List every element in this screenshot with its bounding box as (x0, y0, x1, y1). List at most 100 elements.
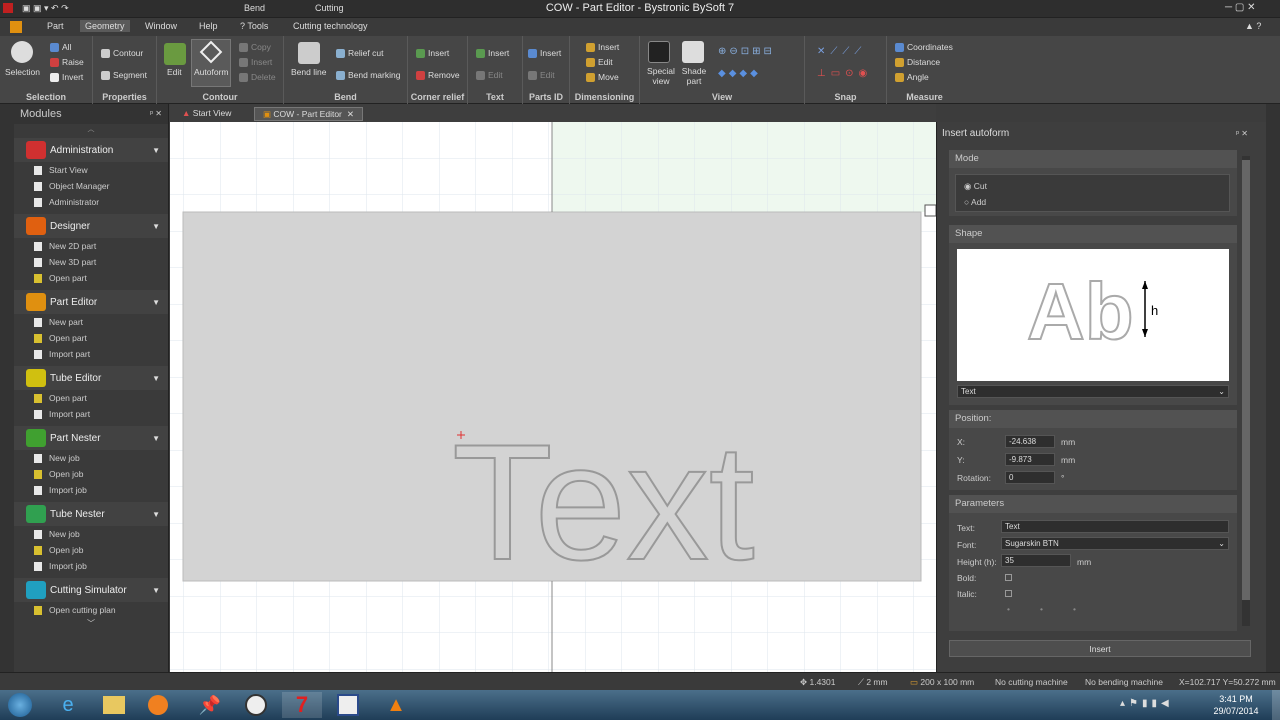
font-select[interactable]: Sugarskin BTN ⌄ (1001, 537, 1229, 550)
tool-app-taskbar-button[interactable] (328, 692, 368, 718)
module-header[interactable]: Part Editor ▼ (14, 290, 168, 314)
ie-taskbar-button[interactable]: e (48, 692, 88, 718)
menu-window[interactable]: Window (145, 21, 177, 31)
module-item[interactable]: New job (14, 526, 168, 542)
bold-checkbox[interactable] (1005, 574, 1012, 581)
collapse-arrow-icon[interactable]: ▼ (152, 374, 160, 383)
insert-button[interactable]: Insert (949, 640, 1251, 657)
start-button[interactable] (0, 692, 40, 718)
clock-app-taskbar-button[interactable] (236, 692, 276, 718)
copy-button[interactable]: Copy (239, 42, 271, 53)
module-item[interactable]: Open cutting plan (14, 602, 168, 618)
module-item[interactable]: Import part (14, 406, 168, 422)
module-header[interactable]: Cutting Simulator ▼ (14, 578, 168, 602)
module-header[interactable]: Administration ▼ (14, 138, 168, 162)
system-tray-icons[interactable]: ▴⚑▮▮◀ (1120, 698, 1173, 709)
module-item[interactable]: New 2D part (14, 238, 168, 254)
module-item[interactable]: Open part (14, 270, 168, 286)
delete-button[interactable]: Delete (239, 72, 276, 83)
selection-button[interactable]: Selection (5, 67, 40, 77)
dim-move-button[interactable]: Move (586, 72, 619, 83)
panel-pin-close-icon[interactable]: ᵖ ✕ (150, 109, 162, 118)
module-header[interactable]: Designer ▼ (14, 214, 168, 238)
shade-part-icon[interactable] (682, 41, 704, 63)
app-menu-icon[interactable] (10, 21, 22, 33)
corner-remove-button[interactable]: Remove (416, 70, 460, 81)
dim-edit-button[interactable]: Edit (586, 57, 613, 68)
tab-part-editor[interactable]: ▣ COW - Part Editor ✕ (254, 107, 364, 121)
distance-button[interactable]: Distance (895, 57, 940, 68)
autoform-text-preview[interactable]: Text (451, 409, 756, 595)
menu-geometry[interactable]: Geometry (80, 20, 130, 32)
mode-add-radio[interactable]: ○ Add (964, 197, 986, 207)
select-all-button[interactable]: All (50, 42, 71, 53)
shape-preview[interactable]: Ab h (957, 249, 1229, 381)
tool-status[interactable]: ⟋ 2 mm (858, 677, 888, 688)
contour-button[interactable]: Contour (101, 48, 143, 59)
coordinates-button[interactable]: Coordinates (895, 42, 953, 53)
module-header[interactable]: Tube Editor ▼ (14, 366, 168, 390)
raise-button[interactable]: Raise (50, 57, 84, 68)
messages-sidebar-strip[interactable] (0, 104, 14, 672)
menu-part[interactable]: Part (47, 21, 64, 31)
explorer-taskbar-button[interactable] (94, 692, 134, 718)
collapse-arrow-icon[interactable]: ▼ (152, 434, 160, 443)
cutting-machine-status[interactable]: No cutting machine (995, 677, 1068, 687)
angle-button[interactable]: Angle (895, 72, 929, 83)
snap-tools-row2[interactable]: ⊥▭⊙◉ (817, 68, 872, 79)
bend-line-button[interactable]: Bend line (291, 67, 326, 77)
corner-insert-button[interactable]: Insert (416, 48, 449, 59)
scroll-up-icon[interactable]: ︿ (14, 124, 168, 134)
height-input[interactable]: 35 (1001, 554, 1071, 567)
show-desktop-button[interactable] (1272, 690, 1280, 720)
partsid-edit-button[interactable]: Edit (528, 70, 555, 81)
module-item[interactable]: Object Manager (14, 178, 168, 194)
mode-cut-radio[interactable]: ◉ Cut (964, 181, 987, 192)
module-item[interactable]: Open job (14, 542, 168, 558)
zoom-tools[interactable]: ⊕⊖⊡⊞⊟ (718, 46, 775, 57)
module-header[interactable]: Part Nester ▼ (14, 426, 168, 450)
scroll-down-icon[interactable]: ﹀ (14, 618, 168, 629)
bend-line-icon[interactable] (298, 42, 320, 64)
media-taskbar-button[interactable] (138, 692, 178, 718)
invert-button[interactable]: Invert (50, 72, 83, 83)
view-orientation-tools[interactable]: ◆◆◆◆ (718, 68, 761, 79)
collapse-arrow-icon[interactable]: ▼ (152, 586, 160, 595)
special-view-button[interactable]: Special view (645, 66, 677, 86)
text-edit-button[interactable]: Edit (476, 70, 503, 81)
collapse-arrow-icon[interactable]: ▼ (152, 510, 160, 519)
edit-icon[interactable] (164, 43, 186, 65)
relief-cut-button[interactable]: Relief cut (336, 48, 383, 59)
module-item[interactable]: Import job (14, 482, 168, 498)
module-item[interactable]: Open part (14, 330, 168, 346)
alignment-radios[interactable]: ••• (1007, 604, 1106, 614)
pin-app-taskbar-button[interactable]: 📌 (190, 692, 230, 718)
module-item[interactable]: Import job (14, 558, 168, 574)
material-status[interactable]: ✥ 1.4301 (800, 677, 835, 688)
tab-start-view[interactable]: ▲ Start View (174, 107, 239, 121)
insert-button[interactable]: Insert (239, 57, 272, 68)
tab-close-icon[interactable]: ✕ (347, 109, 354, 119)
italic-checkbox[interactable] (1005, 590, 1012, 597)
menu-cutting-technology[interactable]: Cutting technology (293, 21, 368, 31)
autoform-button[interactable]: Autoform (191, 39, 231, 87)
module-item[interactable]: New job (14, 450, 168, 466)
collapse-arrow-icon[interactable]: ▼ (152, 146, 160, 155)
panel-scrollbar[interactable] (1242, 156, 1250, 626)
edit-button[interactable]: Edit (167, 67, 182, 77)
module-item[interactable]: Administrator (14, 194, 168, 210)
module-item[interactable]: Import part (14, 346, 168, 362)
y-input[interactable]: -9.873 (1005, 453, 1055, 466)
dim-insert-button[interactable]: Insert (586, 42, 619, 53)
module-header[interactable]: Tube Nester ▼ (14, 502, 168, 526)
resize-handle[interactable] (924, 204, 936, 217)
module-item[interactable]: Open part (14, 390, 168, 406)
ribbon-controls[interactable]: ▲ ? (1245, 21, 1261, 31)
text-param-input[interactable]: Text (1001, 520, 1229, 533)
module-item[interactable]: Open job (14, 466, 168, 482)
partsid-insert-button[interactable]: Insert (528, 48, 561, 59)
bysoft-taskbar-button[interactable]: 7 (282, 692, 322, 718)
text-insert-button[interactable]: Insert (476, 48, 509, 59)
snap-tools-row1[interactable]: ✕⟋⟋⟋ (817, 46, 866, 57)
window-controls[interactable]: ─ ▢ ✕ (1225, 2, 1255, 13)
